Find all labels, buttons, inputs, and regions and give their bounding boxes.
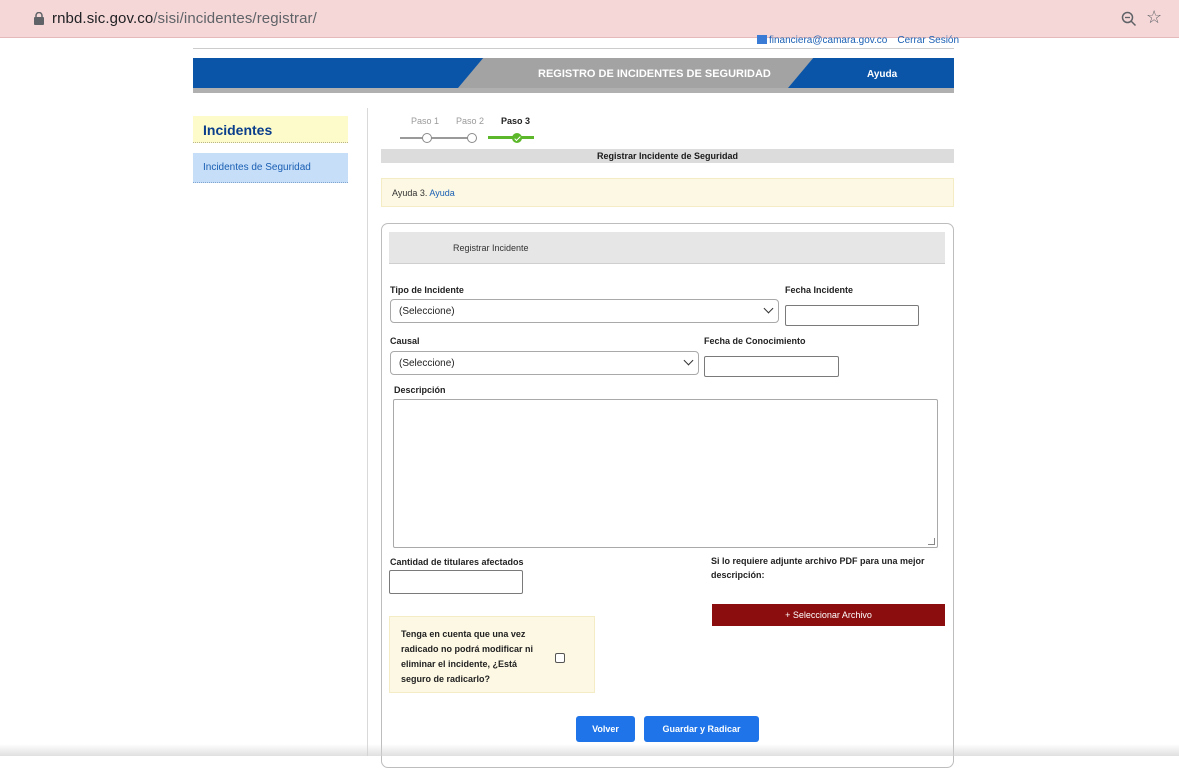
confirm-checkbox[interactable] [555,653,565,663]
descripcion-label: Descripción [394,385,446,395]
banner-help-link[interactable]: Ayuda [867,69,897,80]
bookmark-star-icon[interactable]: ☆ [1146,7,1162,28]
sidebar-title: Incidentes [193,116,348,143]
sidebar-divider [367,108,368,756]
sidebar-item-label: Incidentes de Seguridad [203,162,311,173]
banner-title: REGISTRO DE INCIDENTES DE SEGURIDAD [538,68,771,80]
fecha-incidente-input[interactable] [785,305,919,326]
browser-address-bar[interactable]: rnbd.sic.gov.co/sisi/incidentes/registra… [0,0,1179,38]
fecha-conocimiento-label: Fecha de Conocimiento [704,336,806,346]
titulares-label: Cantidad de titulares afectados [390,557,524,567]
step-track-done [488,136,534,139]
panel-title: Registrar Incidente [453,243,529,253]
step-2-label: Paso 2 [456,116,485,126]
step-1-label: Paso 1 [411,116,440,126]
pdf-label-line1: Si lo requiere adjunte archivo PDF para … [711,556,925,566]
tipo-incidente-select[interactable]: (Seleccione) [390,299,779,323]
url-text[interactable]: rnbd.sic.gov.co/sisi/incidentes/registra… [52,10,317,27]
help-box: Ayuda 3. Ayuda [381,178,954,207]
chevron-down-icon [763,303,774,314]
url-host: rnbd.sic.gov.co [52,10,154,27]
back-button[interactable]: Volver [576,716,635,742]
panel-header: Registrar Incidente [389,232,945,264]
confirm-warning-box: Tenga en cuenta que una vez radicado no … [389,616,595,693]
causal-value: (Seleccione) [399,358,455,369]
step-1-dot [422,133,432,143]
tipo-incidente-value: (Seleccione) [399,306,455,317]
top-divider [193,48,954,49]
bottom-fade [0,744,1179,756]
resize-grip-icon[interactable] [928,538,935,545]
help-prefix: Ayuda 3. [392,188,428,198]
help-text: Ayuda 3. Ayuda [392,188,455,198]
save-submit-button[interactable]: Guardar y Radicar [644,716,759,742]
sidebar-item-incidentes-seguridad[interactable]: Incidentes de Seguridad [193,153,348,183]
descripcion-textarea[interactable] [393,399,938,548]
select-file-button[interactable]: + Seleccionar Archivo [712,604,945,626]
warning-text: Tenga en cuenta que una vez radicado no … [401,629,534,684]
step-3-label: Paso 3 [501,116,531,126]
tipo-incidente-label: Tipo de Incidente [390,285,464,295]
section-title-bar: Registrar Incidente de Seguridad [381,149,954,163]
titulares-input[interactable] [389,570,523,594]
step-2-dot [467,133,477,143]
sidebar-title-text: Incidentes [203,122,273,138]
causal-select[interactable]: (Seleccione) [390,351,699,375]
section-title: Registrar Incidente de Seguridad [596,151,739,161]
page-banner: REGISTRO DE INCIDENTES DE SEGURIDAD Ayud… [193,58,954,88]
zoom-icon[interactable] [1120,10,1138,28]
user-icon [757,35,767,44]
user-links: financiera@camara.gov.co Cerrar Sesión [757,35,959,46]
help-link[interactable]: Ayuda [429,188,454,198]
step-track [400,137,470,139]
lock-icon [34,12,44,25]
pdf-label-line2: descripción: [711,570,765,580]
step-3-check-icon [512,133,522,143]
fecha-conocimiento-input[interactable] [704,356,839,377]
url-path: /sisi/incidentes/registrar/ [153,10,317,27]
user-email-link[interactable]: financiera@camara.gov.co [769,35,887,46]
logout-link[interactable]: Cerrar Sesión [897,35,959,46]
fecha-incidente-label: Fecha Incidente [785,285,854,295]
chevron-down-icon [683,355,694,366]
banner-underline [193,88,954,93]
causal-label: Causal [390,336,420,346]
